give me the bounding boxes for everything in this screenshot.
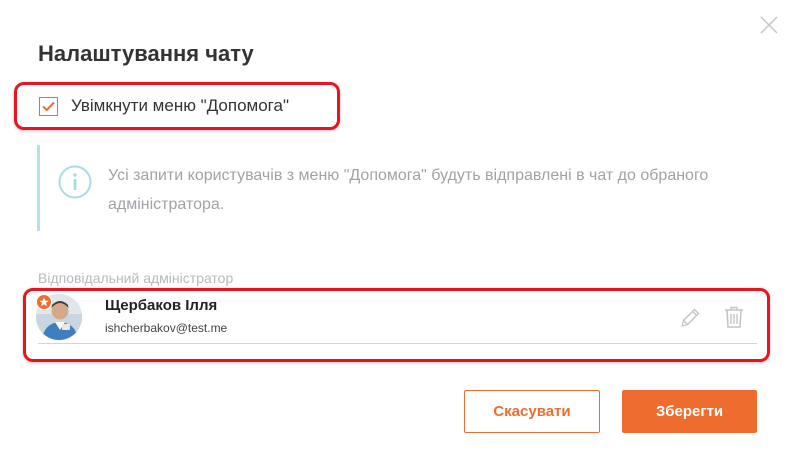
help-menu-checkbox-label[interactable]: Увімкнути меню "Допомога" [71, 96, 289, 116]
trash-icon[interactable] [723, 305, 745, 329]
close-icon[interactable] [758, 14, 780, 36]
info-icon [58, 165, 92, 199]
admin-name: Щербаков Ілля [105, 297, 218, 314]
info-text: Усі запити користувачів з меню "Допомога… [108, 167, 709, 213]
star-icon [39, 297, 49, 307]
responsible-admin-label: Відповідальний адміністратор [38, 270, 234, 286]
checkmark-icon [42, 101, 55, 112]
dialog-title: Налаштування чату [38, 41, 254, 66]
help-menu-toggle-row[interactable]: Увімкнути меню "Допомога" [14, 82, 340, 130]
admin-row-divider [38, 343, 757, 344]
chat-settings-dialog: Налаштування чату Увімкнути меню "Допомо… [0, 0, 795, 465]
admin-star-badge [36, 294, 52, 310]
save-button[interactable]: Зберегти [622, 390, 757, 433]
responsible-admin-row: Щербаков Ілля ishcherbakov@test.me [23, 288, 770, 362]
admin-email: ishcherbakov@test.me [105, 321, 228, 335]
cancel-button[interactable]: Скасувати [464, 390, 600, 433]
help-menu-checkbox[interactable] [39, 97, 58, 116]
info-callout: Усі запити користувачів з меню "Допомога… [37, 145, 757, 231]
pencil-icon[interactable] [678, 306, 702, 330]
